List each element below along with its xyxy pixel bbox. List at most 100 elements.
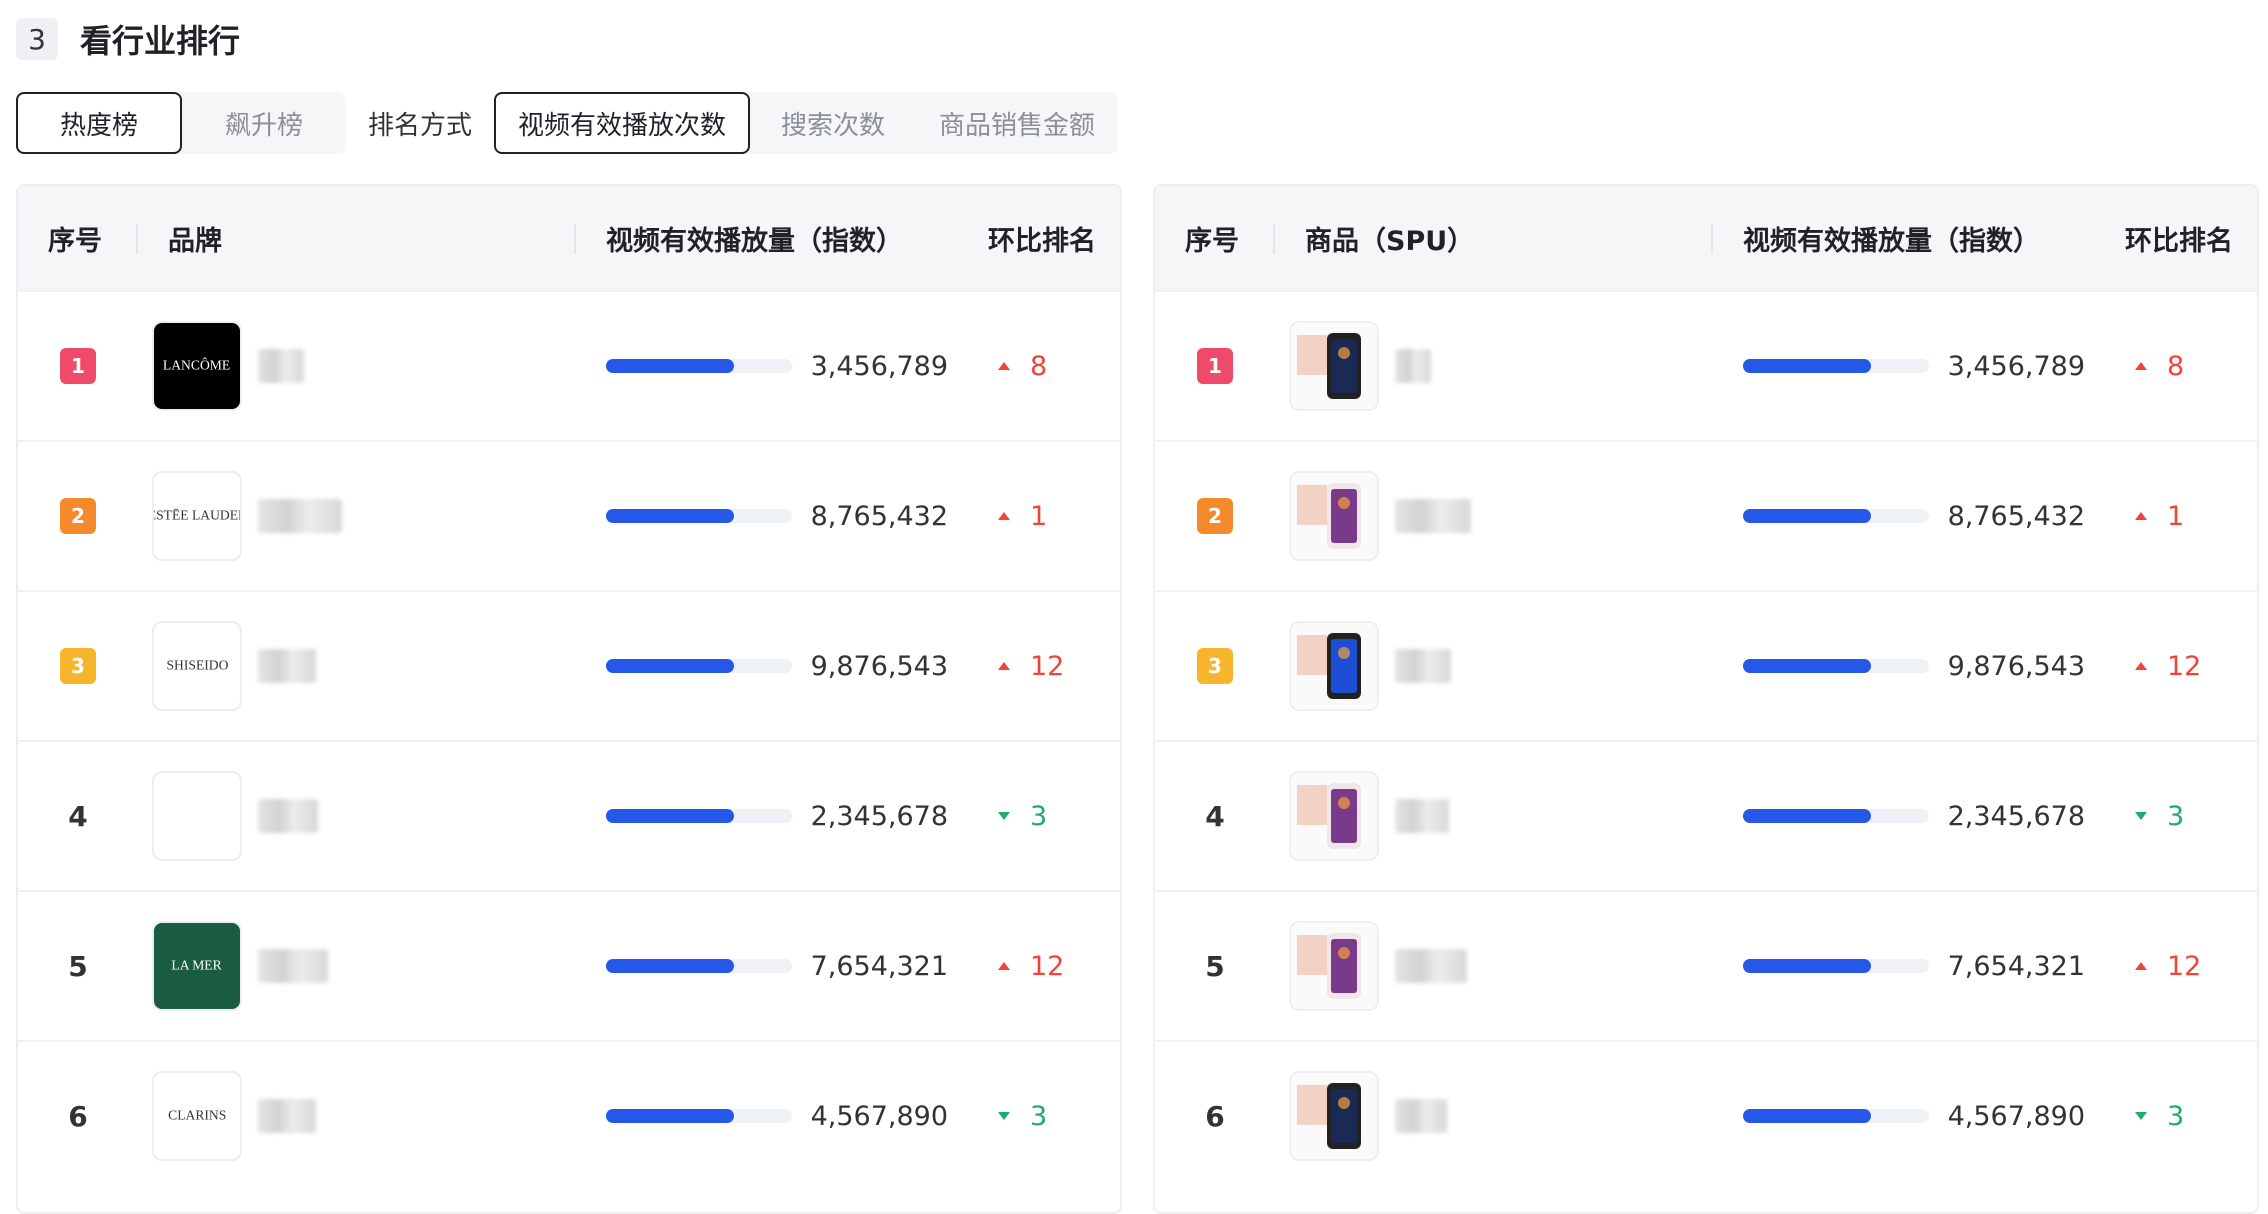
header-video-plays: 视频有效播放量（指数）	[606, 225, 903, 257]
brand-logo-text: LA MER	[171, 958, 223, 973]
plays-bar-fill	[606, 659, 735, 673]
rank-change-value: 3	[2167, 800, 2185, 832]
trend-up-icon	[998, 962, 1010, 970]
sort-option-sales-amount[interactable]: 商品销售金额	[916, 92, 1118, 154]
product-thumbnail[interactable]	[1289, 471, 1379, 561]
brand-row: 3 SHISEIDO 9,876,543 12	[18, 590, 1120, 740]
trend-down-icon	[2135, 1112, 2147, 1120]
header-product: 商品（SPU）	[1305, 225, 1475, 257]
product-name-redacted[interactable]	[1395, 649, 1451, 683]
plays-value: 7,654,321	[810, 950, 948, 982]
brand-logo[interactable]: SHISEIDO	[152, 621, 242, 711]
trend-up-icon	[2135, 512, 2147, 520]
brand-logo[interactable]	[152, 771, 242, 861]
trend-down-icon	[998, 1112, 1010, 1120]
product-thumbnail[interactable]	[1289, 1071, 1379, 1161]
rank-change: 1	[998, 501, 1047, 532]
rank-change: 3	[998, 1101, 1047, 1132]
rank-change: 12	[2135, 951, 2201, 982]
rank-number: 5	[1205, 949, 1225, 983]
product-thumbnail[interactable]	[1289, 321, 1379, 411]
rank-badge: 2	[1197, 498, 1233, 534]
trend-up-icon	[998, 512, 1010, 520]
plays-bar	[1743, 1109, 1929, 1123]
rank-change-value: 1	[2167, 500, 2185, 532]
rank-change: 12	[998, 951, 1064, 982]
brand-name-redacted[interactable]	[258, 799, 318, 833]
trend-down-icon	[998, 812, 1010, 820]
brand-logo[interactable]: ESTĒE LAUDER	[152, 471, 242, 561]
rank-change-value: 12	[1030, 650, 1065, 682]
sort-option-search-count[interactable]: 搜索次数	[750, 92, 916, 154]
product-row: 6 4,567,890 3	[1155, 1040, 2257, 1190]
trend-up-icon	[998, 662, 1010, 670]
product-thumbnail[interactable]	[1289, 621, 1379, 711]
rank-change-value: 12	[2167, 650, 2202, 682]
plays-bar	[1743, 659, 1929, 673]
section-header: 3 看行业排行	[16, 16, 240, 62]
product-name-redacted[interactable]	[1395, 499, 1471, 533]
rank-badge: 1	[60, 348, 96, 384]
plays-bar-fill	[606, 359, 735, 373]
plays-bar	[606, 659, 792, 673]
product-name-redacted[interactable]	[1395, 1099, 1447, 1133]
rank-number: 4	[1205, 799, 1225, 833]
brand-row: 5 LA MER 7,654,321 12	[18, 890, 1120, 1040]
tab-rising-list[interactable]: 飙升榜	[182, 92, 346, 154]
brand-name-redacted[interactable]	[258, 949, 328, 983]
brand-row: 6 CLARINS 4,567,890 3	[18, 1040, 1120, 1190]
rank-change: 8	[2135, 351, 2184, 382]
rank-change-value: 12	[1030, 950, 1065, 982]
rank-badge: 2	[60, 498, 96, 534]
sort-label: 排名方式	[368, 110, 473, 141]
plays-bar-fill	[1743, 1109, 1872, 1123]
rank-change-value: 3	[1030, 800, 1048, 832]
brand-logo[interactable]: CLARINS	[152, 1071, 242, 1161]
plays-bar	[606, 359, 792, 373]
rank-change: 3	[2135, 801, 2184, 832]
plays-value: 8,765,432	[1947, 500, 2085, 532]
tab-hot-list[interactable]: 热度榜	[16, 92, 182, 154]
brand-logo[interactable]: LANCÔME	[152, 321, 242, 411]
rank-change-value: 1	[1030, 500, 1048, 532]
plays-value: 2,345,678	[1947, 800, 2085, 832]
header-rank-change: 环比排名	[988, 225, 1096, 257]
plays-bar	[606, 959, 792, 973]
brand-name-redacted[interactable]	[258, 499, 342, 533]
plays-value: 7,654,321	[1947, 950, 2085, 982]
section-title: 看行业排行	[80, 22, 241, 60]
product-name-redacted[interactable]	[1395, 799, 1449, 833]
brand-name-redacted[interactable]	[258, 1099, 316, 1133]
rank-change-value: 8	[1030, 350, 1048, 382]
product-thumbnail[interactable]	[1289, 771, 1379, 861]
plays-value: 3,456,789	[810, 350, 948, 382]
trend-up-icon	[998, 362, 1010, 370]
header-rank-change: 环比排名	[2125, 225, 2233, 257]
rank-change: 8	[998, 351, 1047, 382]
brand-logo[interactable]: LA MER	[152, 921, 242, 1011]
brand-row: 2 ESTĒE LAUDER 8,765,432 1	[18, 440, 1120, 590]
brand-name-redacted[interactable]	[258, 649, 316, 683]
header-brand: 品牌	[168, 225, 222, 257]
brand-name-redacted[interactable]	[258, 349, 304, 383]
rank-change-value: 12	[2167, 950, 2202, 982]
trend-down-icon	[2135, 812, 2147, 820]
product-name-redacted[interactable]	[1395, 949, 1467, 983]
product-row: 1 3,456,789 8	[1155, 290, 2257, 440]
product-row: 5 7,654,321 12	[1155, 890, 2257, 1040]
plays-bar	[606, 1109, 792, 1123]
sort-options: 视频有效播放次数 搜索次数 商品销售金额	[494, 92, 1119, 154]
sort-option-video-plays[interactable]: 视频有效播放次数	[494, 92, 751, 154]
brand-logo-text: ESTĒE LAUDER	[152, 508, 242, 523]
table-header: 序号 商品（SPU） 视频有效播放量（指数） 环比排名	[1155, 186, 2257, 290]
rank-badge: 3	[1197, 648, 1233, 684]
rank-change: 3	[998, 801, 1047, 832]
plays-value: 4,567,890	[810, 1100, 948, 1132]
product-row: 3 9,876,543 12	[1155, 590, 2257, 740]
product-name-redacted[interactable]	[1395, 349, 1431, 383]
rank-change-value: 3	[2167, 1100, 2185, 1132]
plays-bar-fill	[1743, 359, 1872, 373]
product-thumbnail[interactable]	[1289, 921, 1379, 1011]
filter-bar: 热度榜 飙升榜 排名方式 视频有效播放次数 搜索次数 商品销售金额	[16, 92, 1119, 154]
brand-logo-text: LANCÔME	[163, 358, 231, 373]
